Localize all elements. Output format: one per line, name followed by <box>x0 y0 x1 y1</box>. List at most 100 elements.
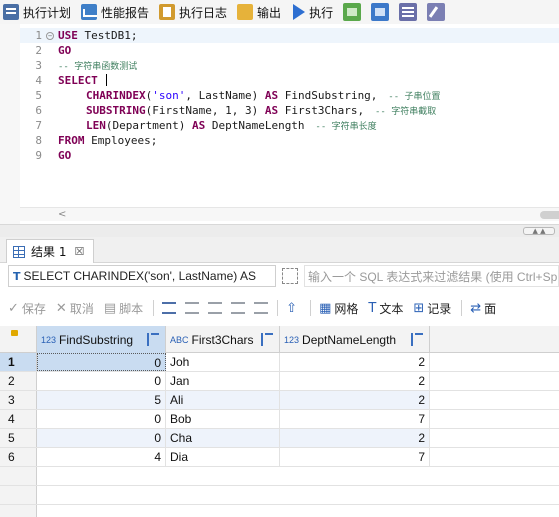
text-view-button[interactable]: T 文本 <box>368 300 403 317</box>
panels-button[interactable]: ⇄ 面 <box>470 300 496 317</box>
table-cell[interactable]: Bob <box>166 410 280 428</box>
code-text: , LastName) <box>185 89 265 102</box>
tab-results-1[interactable]: 结果 1 ☒ <box>6 239 94 263</box>
code-text: First3Chars, <box>278 104 365 117</box>
save-button[interactable]: ✓ 保存 <box>8 300 46 317</box>
main-toolbar: 执行计划 性能报告 执行日志 输出 执行 <box>0 0 559 24</box>
table-row[interactable]: 6 4 Dia 7 <box>0 448 559 467</box>
maximize-panel-icon[interactable]: ▲ ▲ <box>523 227 555 235</box>
close-tab-icon[interactable]: ☒ <box>74 245 84 258</box>
sql-editor[interactable]: 1− USE TestDB1; 2 GO 3 -- 字符串函数测试 4 SELE… <box>0 24 559 238</box>
output-button[interactable]: 输出 <box>234 1 284 23</box>
result-grid[interactable]: 123 FindSubstring ABC First3Chars 123 De… <box>0 326 559 517</box>
text-cursor <box>106 74 108 86</box>
row-number[interactable]: 4 <box>0 410 37 428</box>
new-script-button[interactable] <box>340 1 364 23</box>
performance-report-button[interactable]: 性能报告 <box>78 1 152 23</box>
code-panel-button[interactable] <box>368 1 392 23</box>
cancel-button[interactable]: ✕ 取消 <box>56 300 94 317</box>
separator <box>277 300 279 316</box>
add-row-icon[interactable] <box>185 302 200 314</box>
delete-row-icon[interactable] <box>231 302 246 314</box>
code-line-9: 9 GO <box>20 148 559 163</box>
sort-filter-icon[interactable] <box>411 333 425 346</box>
table-cell[interactable]: 0 <box>37 429 166 447</box>
separator <box>153 300 155 316</box>
table-cell[interactable]: 2 <box>280 372 430 390</box>
sort-filter-icon[interactable] <box>261 333 275 346</box>
column-header-first3chars[interactable]: ABC First3Chars <box>166 326 280 353</box>
table-cell[interactable]: 4 <box>37 448 166 466</box>
expand-icon[interactable] <box>282 268 298 284</box>
table-cell[interactable]: Dia <box>166 448 280 466</box>
table-cell[interactable]: Jan <box>166 372 280 390</box>
grid-corner[interactable] <box>0 326 37 353</box>
query-text-box[interactable]: T SELECT CHARINDEX('son', LastName) AS <box>8 265 276 287</box>
table-cell[interactable]: Ali <box>166 391 280 409</box>
table-row[interactable]: 4 0 Bob 7 <box>0 410 559 429</box>
keyword: USE <box>58 29 78 42</box>
panel-splitter[interactable]: ▲ ▲ <box>0 224 559 237</box>
grid-view-button[interactable]: ▦ 网格 <box>319 300 358 317</box>
table-cell[interactable]: 7 <box>280 410 430 428</box>
table-cell[interactable]: 2 <box>280 353 430 371</box>
edit-button[interactable] <box>424 1 448 23</box>
column-header-findsubstring[interactable]: 123 FindSubstring <box>37 326 166 353</box>
empty-row <box>0 467 559 486</box>
table-cell[interactable]: 2 <box>280 429 430 447</box>
function-name: CHARINDEX <box>86 89 146 102</box>
code-line-7: 7 LEN (Department) AS DeptNameLength -- 字… <box>20 118 559 133</box>
table-cell[interactable]: 0 <box>37 353 166 371</box>
code-comment: -- 字符串函数测试 <box>58 62 138 72</box>
copy-row-icon[interactable] <box>208 302 223 314</box>
table-cell[interactable]: 0 <box>37 372 166 390</box>
row-number[interactable]: 3 <box>0 391 37 409</box>
sort-filter-icon[interactable] <box>147 333 161 346</box>
table-cell[interactable]: 7 <box>280 448 430 466</box>
lock-icon <box>11 330 18 336</box>
table-cell[interactable]: 0 <box>37 410 166 428</box>
line-number: 9 <box>35 149 42 162</box>
edit-row-icon[interactable] <box>162 302 177 314</box>
duplicate-row-icon[interactable] <box>254 302 269 314</box>
results-action-bar: ✓ 保存 ✕ 取消 ▤ 脚本 ⇧ ▦ 网格 T 文本 ⊞ 记录 ⇄ 面 <box>0 294 559 322</box>
row-number-empty <box>0 505 37 517</box>
format-button[interactable] <box>396 1 420 23</box>
column-header-deptnamelength[interactable]: 123 DeptNameLength <box>280 326 430 353</box>
keyword: AS <box>191 119 206 132</box>
sql-icon: T <box>13 269 21 283</box>
editor-horizontal-scrollbar[interactable]: < <box>20 207 559 221</box>
table-cell[interactable]: Cha <box>166 429 280 447</box>
row-number[interactable]: 1 <box>0 353 37 371</box>
script-button[interactable]: ▤ 脚本 <box>104 300 143 317</box>
table-cell[interactable]: 2 <box>280 391 430 409</box>
code-comment: -- 子串位置 <box>377 92 441 102</box>
format-icon <box>399 3 418 21</box>
execute-button[interactable]: 执行 <box>288 1 336 23</box>
table-cell[interactable]: Joh <box>166 353 280 371</box>
record-view-button[interactable]: ⊞ 记录 <box>413 300 451 317</box>
performance-report-label: 性能报告 <box>101 5 150 20</box>
fold-icon[interactable]: − <box>46 32 54 40</box>
play-icon <box>293 4 306 20</box>
row-number[interactable]: 2 <box>0 372 37 390</box>
table-row[interactable]: 3 5 Ali 2 <box>0 391 559 410</box>
table-row[interactable]: 2 0 Jan 2 <box>0 372 559 391</box>
execution-log-button[interactable]: 执行日志 <box>156 1 230 23</box>
table-row[interactable]: 1 0 Joh 2 <box>0 353 559 372</box>
export-button[interactable]: ⇧ <box>286 301 300 316</box>
row-number[interactable]: 5 <box>0 429 37 447</box>
numeric-type-icon: 123 <box>284 334 300 345</box>
table-cell[interactable]: 5 <box>37 391 166 409</box>
separator <box>461 300 463 316</box>
column-name: First3Chars <box>191 332 254 347</box>
table-icon <box>13 245 25 258</box>
new-script-icon <box>343 3 362 21</box>
row-number[interactable]: 6 <box>0 448 37 466</box>
filter-input[interactable]: 输入一个 SQL 表达式来过滤结果 (使用 Ctrl+Sp <box>304 265 559 287</box>
code-line-4: 4 SELECT <box>20 73 559 88</box>
table-row[interactable]: 5 0 Cha 2 <box>0 429 559 448</box>
scroll-left-icon[interactable]: < <box>58 209 66 220</box>
scrollbar-thumb[interactable] <box>540 211 559 219</box>
execution-plan-button[interactable]: 执行计划 <box>0 1 74 23</box>
